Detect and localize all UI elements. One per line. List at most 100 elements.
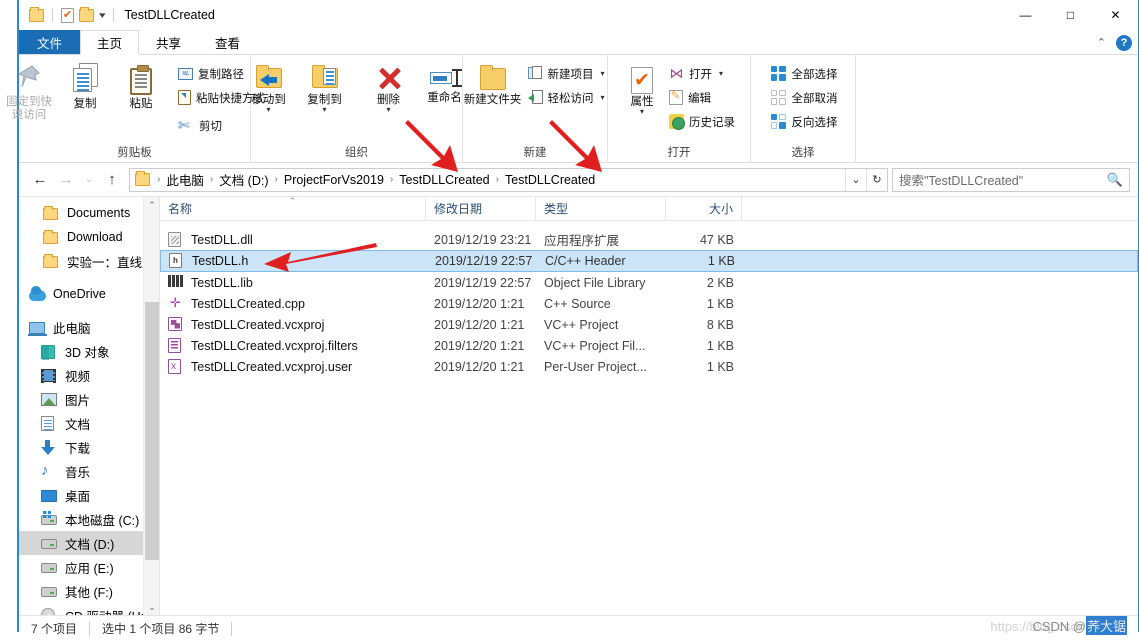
close-button[interactable]: ✕: [1093, 0, 1138, 30]
table-row[interactable]: TestDLLCreated.vcxproj.filters 2019/12/2…: [160, 335, 1138, 356]
scrollbar-thumb[interactable]: [145, 302, 159, 560]
paste-button[interactable]: 粘贴: [113, 59, 169, 111]
pin-to-quick-access-button[interactable]: 固定到快速访问: [1, 59, 57, 122]
easy-access-button[interactable]: 轻松访问 ▾: [525, 87, 608, 108]
sidebar-item-cd-drive-h[interactable]: CD 驱动器 (H:): [19, 603, 159, 615]
breadcrumb-item-testdllcreated-outer[interactable]: TestDLLCreated: [396, 173, 492, 187]
table-row[interactable]: TestDLLCreated.vcxproj 2019/12/20 1:21 V…: [160, 314, 1138, 335]
file-size: 1 KB: [707, 254, 735, 268]
chevron-up-icon[interactable]: ⌃: [1097, 36, 1106, 49]
sidebar-item-videos[interactable]: 视频: [19, 363, 159, 387]
tab-home[interactable]: 主页: [80, 30, 140, 55]
properties-button[interactable]: ✔ 属性 ▾: [620, 59, 664, 116]
folder-icon[interactable]: [79, 6, 94, 22]
table-row[interactable]: TestDLL.lib 2019/12/19 22:57 Object File…: [160, 272, 1138, 293]
chevron-down-icon[interactable]: ▾: [601, 93, 605, 102]
table-row[interactable]: ✛ TestDLLCreated.cpp 2019/12/20 1:21 C++…: [160, 293, 1138, 314]
chevron-down-icon[interactable]: ⌄: [845, 168, 866, 191]
sidebar-item-music[interactable]: ♪ 音乐: [19, 459, 159, 483]
breadcrumb-item-projectforvs2019[interactable]: ProjectForVs2019: [281, 173, 387, 187]
select-none-icon: [770, 89, 787, 106]
refresh-icon[interactable]: ↻: [866, 168, 887, 191]
column-header-size[interactable]: 大小: [666, 197, 742, 220]
table-row[interactable]: TestDLL.dll 2019/12/19 23:21 应用程序扩展 47 K…: [160, 229, 1138, 250]
breadcrumb-item-documents-d[interactable]: 文档 (D:): [216, 170, 271, 189]
sidebar-item-onedrive[interactable]: OneDrive: [19, 282, 159, 306]
folder-icon[interactable]: [29, 6, 44, 22]
file-date: 2019/12/20 1:21: [434, 359, 525, 374]
sidebar-item-experiment-one[interactable]: 实验一：直线生: [19, 249, 159, 273]
properties-icon[interactable]: ✔: [61, 7, 74, 23]
sidebar-item-documents[interactable]: 文档: [19, 411, 159, 435]
tab-file[interactable]: 文件: [19, 30, 81, 54]
sidebar-item-local-disk-c[interactable]: 本地磁盘 (C:): [19, 507, 159, 531]
sidebar-item-apps-e[interactable]: 应用 (E:): [19, 555, 159, 579]
tab-view[interactable]: 查看: [198, 30, 257, 54]
chevron-down-icon[interactable]: ▾: [640, 108, 644, 116]
breadcrumb-item-this-pc[interactable]: 此电脑: [163, 170, 207, 189]
delete-button[interactable]: 删除 ▾: [361, 59, 417, 114]
sidebar-item-other-f[interactable]: 其他 (F:): [19, 579, 159, 603]
chevron-down-icon[interactable]: ▾: [719, 69, 723, 78]
new-folder-button[interactable]: 新建文件夹: [463, 59, 523, 107]
invert-selection-button[interactable]: 反向选择: [768, 111, 841, 132]
up-button[interactable]: ↑: [99, 167, 125, 193]
chevron-down-icon[interactable]: ▾: [322, 106, 326, 114]
scroll-down-icon[interactable]: ⌄: [144, 599, 159, 615]
tab-share[interactable]: 共享: [139, 30, 198, 54]
breadcrumb-item-testdllcreated-inner[interactable]: TestDLLCreated: [502, 173, 598, 187]
edit-button[interactable]: 编辑: [666, 87, 738, 108]
sidebar-item-3d-objects[interactable]: 3D 对象: [19, 339, 159, 363]
sidebar-item-label: 此电脑: [53, 321, 91, 336]
recent-locations-button[interactable]: ⌄: [79, 167, 99, 193]
open-button[interactable]: ⋈ 打开 ▾: [666, 63, 738, 84]
search-input[interactable]: 搜索"TestDLLCreated" 🔍: [892, 167, 1130, 192]
table-row[interactable]: TestDLLCreated.vcxproj.user 2019/12/20 1…: [160, 356, 1138, 377]
chevron-down-icon[interactable]: ▾: [386, 106, 390, 114]
select-all-button[interactable]: 全部选择: [768, 63, 841, 84]
history-button[interactable]: 历史记录: [666, 111, 738, 132]
sidebar-item-this-pc[interactable]: 此电脑: [19, 315, 159, 339]
chevron-down-icon[interactable]: ▾: [99, 10, 106, 21]
new-item-button[interactable]: 新建项目 ▾: [525, 63, 608, 84]
sidebar-item-desktop[interactable]: 桌面: [19, 483, 159, 507]
help-icon[interactable]: ?: [1116, 34, 1132, 51]
sidebar-item-documents-d[interactable]: 文档 (D:): [19, 531, 159, 555]
vcxproj-file-icon: [168, 316, 184, 333]
breadcrumb-separator: ›: [495, 174, 499, 185]
minimize-button[interactable]: —: [1003, 0, 1048, 30]
sidebar-item-downloads[interactable]: 下载: [19, 435, 159, 459]
sidebar-scrollbar[interactable]: ⌃ ⌄: [143, 197, 159, 615]
file-date: 2019/12/19 23:21: [434, 232, 532, 247]
downloads-icon: [41, 439, 58, 455]
chevron-down-icon[interactable]: ▾: [266, 106, 270, 114]
search-icon[interactable]: 🔍: [1107, 172, 1123, 188]
column-header-date-modified[interactable]: 修改日期: [426, 197, 536, 220]
new-folder-icon: [479, 63, 507, 91]
maximize-button[interactable]: □: [1048, 0, 1093, 30]
breadcrumb[interactable]: › 此电脑 › 文档 (D:) › ProjectForVs2019 › Tes…: [129, 167, 888, 192]
scroll-up-icon[interactable]: ⌃: [144, 197, 159, 213]
copy-button[interactable]: 复制: [57, 59, 113, 111]
table-row[interactable]: h TestDLL.h 2019/12/19 22:57 C/C++ Heade…: [160, 250, 1138, 272]
move-to-button[interactable]: 移动到 ▾: [241, 59, 297, 114]
column-header-name[interactable]: ⌃ 名称: [160, 196, 426, 220]
properties-icon: ✔: [629, 63, 655, 94]
select-none-button[interactable]: 全部取消: [768, 87, 841, 108]
column-header-type[interactable]: 类型: [536, 197, 666, 220]
sidebar-item-documents-qa[interactable]: Documents: [19, 201, 159, 225]
drive-icon: [41, 584, 58, 599]
copy-to-button[interactable]: 复制到 ▾: [297, 59, 353, 114]
back-button[interactable]: ←: [27, 167, 53, 193]
forward-button[interactable]: →: [53, 167, 79, 193]
sidebar-item-download[interactable]: Download: [19, 225, 159, 249]
file-list-pane: ⌃ 名称 修改日期 类型 大小 TestDLL.dll 2019/12/19 2…: [160, 196, 1138, 615]
file-type: VC++ Project Fil...: [544, 338, 646, 353]
onedrive-icon: [29, 285, 46, 302]
file-size: 1 KB: [706, 296, 734, 311]
sidebar-item-pictures[interactable]: 图片: [19, 387, 159, 411]
drive-icon: [41, 536, 58, 551]
file-name-cell: TestDLLCreated.vcxproj.user: [160, 358, 426, 375]
chevron-down-icon[interactable]: ▾: [601, 69, 605, 78]
